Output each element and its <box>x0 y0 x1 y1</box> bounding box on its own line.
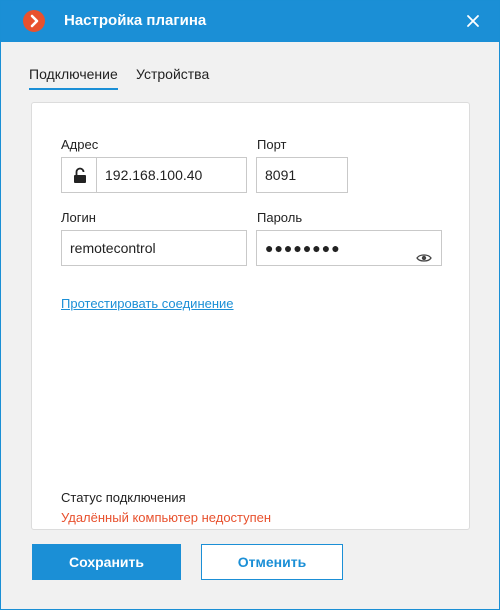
port-input[interactable]: 8091 <box>256 157 348 193</box>
password-input[interactable]: ●●●●●●●● <box>256 230 442 266</box>
login-input[interactable]: remotecontrol <box>61 230 247 266</box>
unlock-icon[interactable] <box>61 157 97 193</box>
app-logo-icon <box>23 10 45 32</box>
connection-status-value: Удалённый компьютер недоступен <box>61 510 272 525</box>
cancel-button[interactable]: Отменить <box>201 544 343 580</box>
save-button[interactable]: Сохранить <box>32 544 181 580</box>
eye-icon[interactable] <box>416 242 432 276</box>
address-input[interactable]: 192.168.100.40 <box>96 157 247 193</box>
address-label: Адрес <box>61 137 99 152</box>
password-label: Пароль <box>257 210 303 225</box>
window-title: Настройка плагина <box>64 12 207 29</box>
password-value: ●●●●●●●● <box>265 240 341 256</box>
plugin-settings-window: Настройка плагина Подключение Устройства… <box>0 0 500 610</box>
tab-devices[interactable]: Устройства <box>136 64 216 90</box>
tab-connection[interactable]: Подключение <box>29 64 118 90</box>
close-icon[interactable] <box>464 12 482 30</box>
port-label: Порт <box>257 137 287 152</box>
test-connection-link[interactable]: Протестировать соединение <box>61 296 234 311</box>
tab-bar: Подключение Устройства <box>29 64 469 92</box>
login-label: Логин <box>61 210 96 225</box>
connection-panel: Адрес 192.168.100.40 Порт 8091 Логин rem… <box>31 102 470 530</box>
connection-status-label: Статус подключения <box>61 490 186 505</box>
title-bar: Настройка плагина <box>1 1 499 42</box>
